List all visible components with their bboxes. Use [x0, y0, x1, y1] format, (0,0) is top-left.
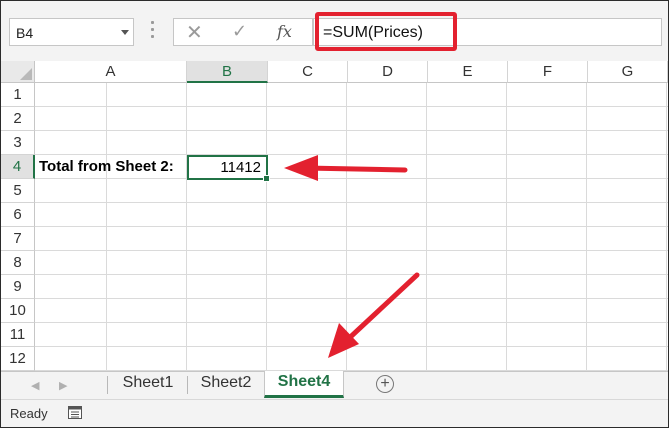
- excel-window: B4 ✕ ✓ fx =SUM(Prices) A B C D E F G 1 2…: [0, 0, 669, 428]
- drag-handle-icon[interactable]: [151, 21, 154, 43]
- tab-sheet2[interactable]: Sheet2: [188, 372, 264, 398]
- row-header-3[interactable]: 3: [1, 131, 35, 155]
- column-header-d[interactable]: D: [348, 61, 428, 83]
- cell-area[interactable]: [35, 83, 668, 371]
- tab-sheet4[interactable]: Sheet4: [264, 371, 344, 398]
- select-all-button[interactable]: [1, 61, 35, 83]
- column-header-c[interactable]: C: [268, 61, 348, 83]
- column-header-b[interactable]: B: [187, 61, 268, 83]
- scroll-right-icon[interactable]: ▶: [59, 379, 67, 392]
- cancel-icon[interactable]: ✕: [186, 20, 203, 45]
- row-header-4[interactable]: 4: [1, 155, 35, 179]
- macro-recording-icon[interactable]: [68, 406, 82, 419]
- tab-sheet1[interactable]: Sheet1: [108, 372, 188, 398]
- sheet-tab-bar: ◀ ▶ Sheet1 Sheet2 Sheet4 +: [1, 371, 668, 399]
- insert-function-icon[interactable]: fx: [277, 22, 292, 41]
- row-header-5[interactable]: 5: [1, 179, 35, 203]
- name-box-value: B4: [16, 25, 34, 41]
- cell-b4-selected[interactable]: 11412: [187, 155, 270, 182]
- formula-highlight-box: [315, 12, 457, 51]
- status-bar: Ready: [1, 399, 668, 427]
- row-header-6[interactable]: 6: [1, 203, 35, 227]
- add-sheet-button[interactable]: +: [376, 375, 394, 393]
- scroll-left-icon[interactable]: ◀: [31, 379, 39, 392]
- column-header-g[interactable]: G: [588, 61, 668, 83]
- row-header-9[interactable]: 9: [1, 275, 35, 299]
- row-header-1[interactable]: 1: [1, 83, 35, 107]
- check-icon[interactable]: ✓: [232, 21, 247, 42]
- name-box[interactable]: B4: [9, 18, 134, 46]
- column-header-a[interactable]: A: [35, 61, 187, 83]
- row-header-7[interactable]: 7: [1, 227, 35, 251]
- row-header-2[interactable]: 2: [1, 107, 35, 131]
- column-header-e[interactable]: E: [428, 61, 508, 83]
- formula-buttons: ✕ ✓ fx: [173, 18, 313, 46]
- row-header-10[interactable]: 10: [1, 299, 35, 323]
- fill-handle[interactable]: [263, 175, 270, 182]
- cell-a4[interactable]: Total from Sheet 2:: [39, 155, 174, 179]
- chevron-down-icon[interactable]: [121, 30, 129, 35]
- row-header-11[interactable]: 11: [1, 323, 35, 347]
- row-header-12[interactable]: 12: [1, 347, 35, 371]
- status-text: Ready: [10, 406, 48, 421]
- row-header-8[interactable]: 8: [1, 251, 35, 275]
- worksheet-grid: A B C D E F G 1 2 3 4 5 6 7 8 9 10 11 12…: [1, 61, 668, 371]
- formula-bar-area: B4 ✕ ✓ fx =SUM(Prices): [1, 1, 668, 61]
- cell-b4-value: 11412: [220, 159, 261, 176]
- column-header-f[interactable]: F: [508, 61, 588, 83]
